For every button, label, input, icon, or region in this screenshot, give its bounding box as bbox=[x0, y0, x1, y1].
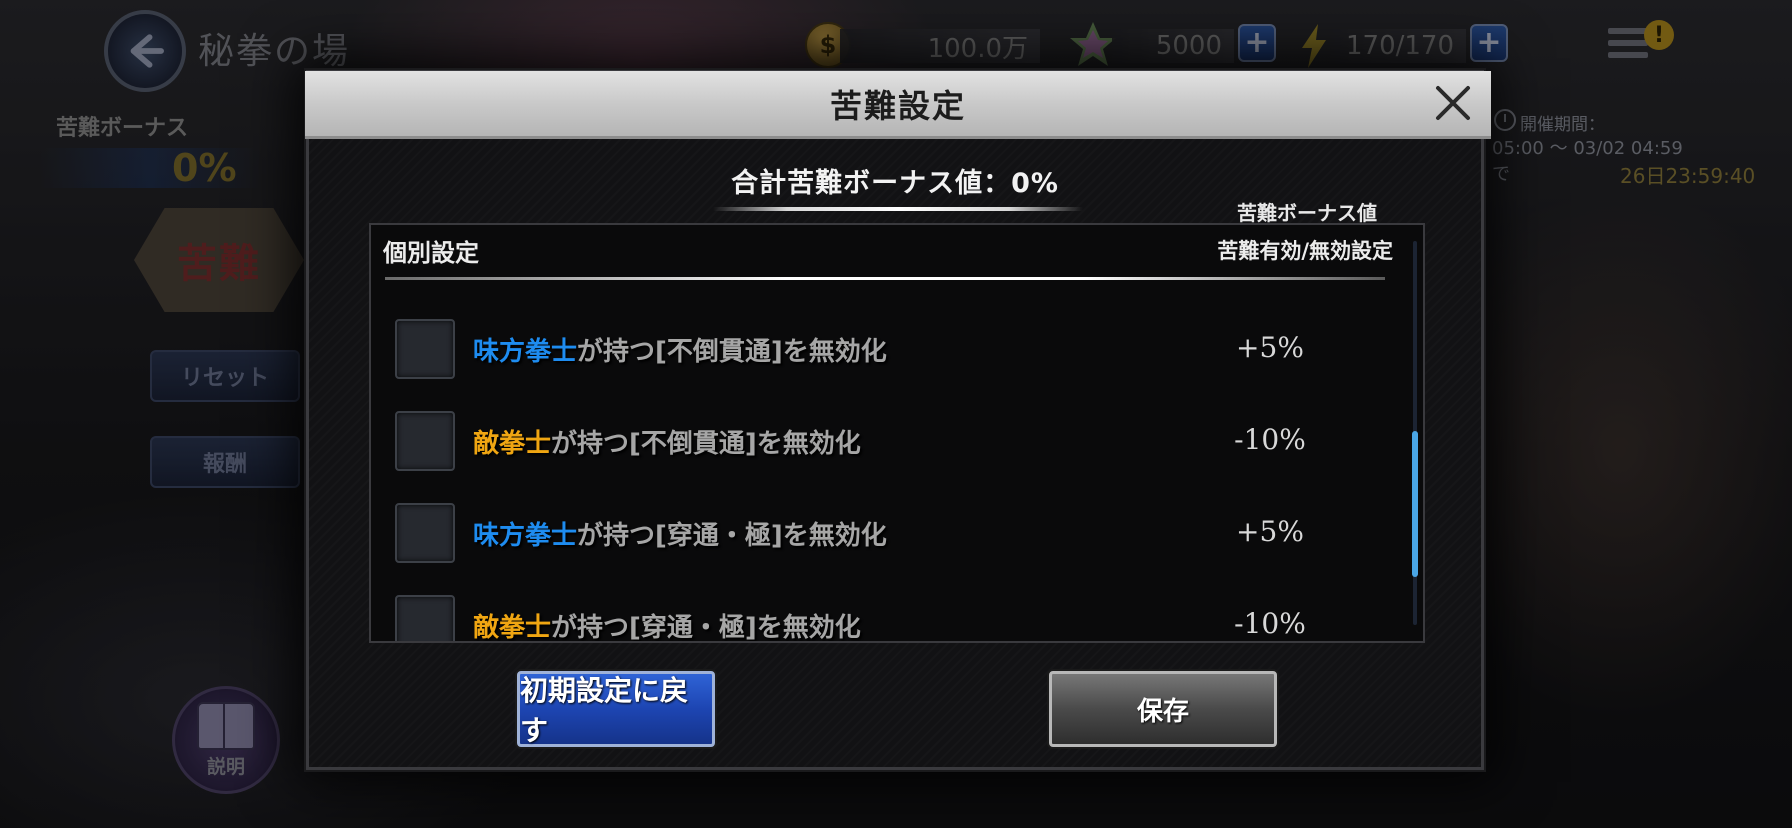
close-button[interactable] bbox=[1427, 77, 1479, 129]
dialog-title: 苦難設定 bbox=[829, 86, 966, 125]
setting-description: が持つ[不倒貫通]を無効化 bbox=[577, 337, 887, 367]
setting-subject: 味方拳士 bbox=[473, 521, 578, 551]
close-icon bbox=[1436, 86, 1470, 120]
dialog-header: 苦難設定 bbox=[305, 71, 1491, 139]
toggle-column-header: 苦難有効/無効設定 bbox=[1217, 239, 1393, 263]
setting-row[interactable]: 敵拳士が持つ[不倒貫通]を無効化 -10% bbox=[395, 405, 1395, 475]
setting-label: 敵拳士が持つ[不倒貫通]を無効化 bbox=[473, 423, 861, 460]
setting-row[interactable]: 敵拳士が持つ[穿通・極]を無効化 -10% bbox=[395, 589, 1395, 643]
setting-bonus-value: -10% bbox=[1234, 423, 1306, 456]
section-title: 個別設定 bbox=[383, 239, 479, 267]
bonus-column-header: 苦難ボーナス値 bbox=[1237, 201, 1377, 225]
setting-checkbox[interactable] bbox=[395, 319, 455, 379]
individual-settings-panel[interactable]: 個別設定 苦難有効/無効設定 味方拳士が持つ[不倒貫通]を無効化 +5% 敵拳士… bbox=[369, 223, 1425, 643]
setting-description: が持つ[穿通・極]を無効化 bbox=[551, 613, 861, 643]
setting-row[interactable]: 味方拳士が持つ[穿通・極]を無効化 +5% bbox=[395, 497, 1395, 567]
setting-label: 味方拳士が持つ[穿通・極]を無効化 bbox=[473, 515, 887, 552]
divider bbox=[713, 207, 1083, 211]
setting-row[interactable]: 味方拳士が持つ[不倒貫通]を無効化 +5% bbox=[395, 313, 1395, 383]
setting-label: 敵拳士が持つ[穿通・極]を無効化 bbox=[473, 607, 861, 643]
setting-subject: 敵拳士 bbox=[473, 613, 552, 643]
setting-checkbox[interactable] bbox=[395, 411, 455, 471]
setting-subject: 敵拳士 bbox=[473, 429, 552, 459]
restore-defaults-button[interactable]: 初期設定に戻す bbox=[517, 671, 715, 747]
total-bonus-text: 合計苦難ボーナス値：0% bbox=[731, 168, 1059, 199]
setting-checkbox[interactable] bbox=[395, 503, 455, 563]
save-button[interactable]: 保存 bbox=[1049, 671, 1277, 747]
setting-label: 味方拳士が持つ[不倒貫通]を無効化 bbox=[473, 331, 887, 368]
setting-bonus-value: +5% bbox=[1236, 515, 1304, 548]
setting-bonus-value: +5% bbox=[1236, 331, 1304, 364]
divider bbox=[385, 277, 1385, 280]
scroll-thumb[interactable] bbox=[1412, 431, 1418, 577]
setting-checkbox[interactable] bbox=[395, 595, 455, 641]
setting-description: が持つ[不倒貫通]を無効化 bbox=[551, 429, 861, 459]
setting-description: が持つ[穿通・極]を無効化 bbox=[577, 521, 887, 551]
setting-bonus-value: -10% bbox=[1234, 607, 1306, 640]
setting-subject: 味方拳士 bbox=[473, 337, 578, 367]
scrollbar[interactable] bbox=[1412, 241, 1418, 625]
difficulty-settings-dialog: 苦難設定 合計苦難ボーナス値：0% 苦難ボーナス値 個別設定 苦難有効/無効設定… bbox=[305, 70, 1491, 770]
